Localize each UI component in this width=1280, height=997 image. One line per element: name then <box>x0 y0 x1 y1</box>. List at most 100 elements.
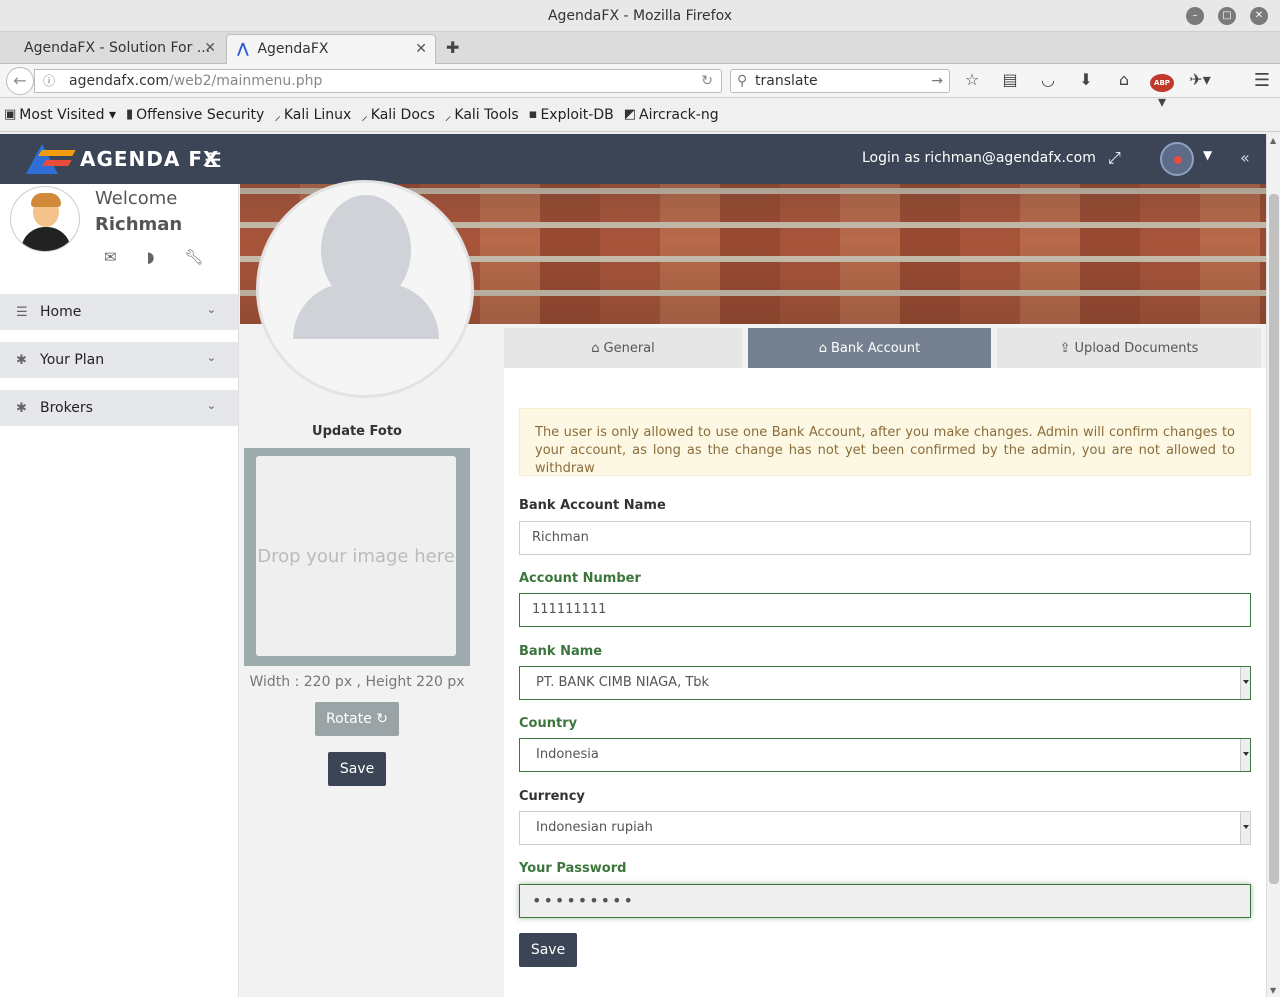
back-icon[interactable]: ← <box>6 67 34 95</box>
collapse-icon[interactable]: « <box>1240 148 1250 167</box>
user-avatar[interactable] <box>1160 142 1194 176</box>
bookmark-aircrack-ng[interactable]: ◩ Aircrack-ng <box>624 107 719 123</box>
bank-account-alert: The user is only allowed to use one Bank… <box>519 408 1251 476</box>
sidebar-item-label: Brokers <box>40 400 93 416</box>
browser-tab-1[interactable]: AgendaFX - Solution For ... ✕ <box>14 34 224 64</box>
bank-account-name-input[interactable]: Richman <box>519 521 1251 555</box>
bank-name-select[interactable]: PT. BANK CIMB NIAGA, Tbk <box>519 666 1251 700</box>
rss-icon[interactable]: ◗ <box>147 248 155 266</box>
tab-bank-account[interactable]: ⌂ Bank Account <box>748 328 991 368</box>
user-name: Richman <box>95 214 183 235</box>
rotate-button[interactable]: Rotate ↻ <box>315 702 399 736</box>
reading-list-icon[interactable]: ▤ <box>998 70 1022 111</box>
browser-tabbar: AgendaFX - Solution For ... ✕ ⋀ AgendaFX… <box>0 32 1280 64</box>
update-photo-label: Update Foto <box>312 424 402 439</box>
search-icon: ⚲ <box>737 73 748 89</box>
site-info-icon[interactable]: ⓘ <box>43 70 55 92</box>
folder-icon: ▣ <box>4 107 17 122</box>
country-value: Indonesia <box>536 747 599 762</box>
profile-photo-panel: User Update Foto Drop your image here Wi… <box>240 180 504 997</box>
mail-icon[interactable]: ✉ <box>104 248 117 266</box>
dropdown-arrow-icon <box>1240 812 1250 844</box>
account-number-input[interactable]: 111111111 <box>519 593 1251 627</box>
scroll-up-icon[interactable]: ▲ <box>1270 136 1276 145</box>
url-host: agendafx.com <box>69 73 169 89</box>
tab-general[interactable]: ⌂ General <box>504 328 742 368</box>
extension-icon[interactable]: ✈▾ <box>1188 70 1212 111</box>
search-go-icon[interactable]: → <box>931 70 943 92</box>
chevron-down-icon: ⌄ <box>206 351 216 364</box>
account-number-label: Account Number <box>519 571 641 586</box>
sidebar-item-home[interactable]: ☰ Home ⌄ <box>0 294 238 330</box>
adblock-icon[interactable]: ABP ▾ <box>1150 70 1174 111</box>
currency-select[interactable]: Indonesian rupiah <box>519 811 1251 845</box>
dropdown-arrow-icon <box>1240 667 1250 699</box>
maximize-icon[interactable]: □ <box>1218 7 1236 25</box>
bookmark-most-visited[interactable]: ▣ Most Visited ▾ <box>4 107 116 123</box>
country-select[interactable]: Indonesia <box>519 738 1251 772</box>
app-header: AGENDA FX ☰ Login as richman@agendafx.co… <box>0 134 1266 184</box>
login-status: Login as richman@agendafx.com <box>862 150 1096 166</box>
image-dropzone[interactable]: Drop your image here <box>244 448 470 666</box>
sidebar-toggle-icon[interactable]: ☰ <box>204 148 222 172</box>
bookmark-label: Most Visited ▾ <box>19 106 116 123</box>
browser-tab-label: AgendaFX - Solution For ... <box>24 40 211 56</box>
sidebar-profile: Welcome Richman ✉ ◗ 🔧︎ <box>0 184 238 294</box>
profile-avatar-placeholder <box>256 180 474 398</box>
logo-text: AGENDA FX <box>80 147 220 171</box>
url-path: /web2/mainmenu.php <box>168 73 323 89</box>
close-tab-icon[interactable]: ✕ <box>415 35 427 63</box>
adblock-label: ABP <box>1150 74 1174 92</box>
close-tab-icon[interactable]: ✕ <box>204 34 216 62</box>
search-value: translate <box>755 73 818 89</box>
browser-tab-2[interactable]: ⋀ AgendaFX ✕ <box>226 34 436 64</box>
dropzone-text: Drop your image here <box>256 456 456 656</box>
bookmark-kali-tools[interactable]: ⸝ Kali Tools <box>445 106 519 124</box>
fullscreen-icon[interactable]: ⤢ <box>1108 148 1121 168</box>
bookmark-label: Offensive Security <box>136 106 265 123</box>
image-dimensions-hint: Width : 220 px , Height 220 px <box>249 674 465 690</box>
scroll-down-icon[interactable]: ▼ <box>1270 986 1276 995</box>
new-tab-icon[interactable]: ✚ <box>446 38 459 57</box>
url-bar[interactable]: ⓘ agendafx.com/web2/mainmenu.php ↻ <box>34 69 722 93</box>
home-icon: ⌂ <box>818 340 827 356</box>
tab-label: Bank Account <box>830 340 921 356</box>
download-icon[interactable]: ⬇ <box>1074 70 1098 111</box>
bookmark-kali-docs[interactable]: ⸝ Kali Docs <box>361 106 435 124</box>
sidebar-item-brokers[interactable]: ✱ Brokers ⌄ <box>0 390 238 426</box>
chevron-down-icon: ⌄ <box>206 303 216 316</box>
kali-icon: ⸝ <box>361 108 368 124</box>
wrench-icon[interactable]: 🔧︎ <box>184 248 203 266</box>
sidebar-item-your-plan[interactable]: ✱ Your Plan ⌄ <box>0 342 238 378</box>
bookmark-offensive-security[interactable]: ▮ Offensive Security <box>126 107 264 123</box>
rotate-icon: ↻ <box>376 711 389 727</box>
sidebar-item-label: Home <box>40 304 82 320</box>
bookmark-kali-linux[interactable]: ⸝ Kali Linux <box>274 106 351 124</box>
password-input[interactable]: ••••••••• <box>519 884 1251 918</box>
bookmark-star-icon[interactable]: ☆ <box>960 70 984 111</box>
save-photo-button[interactable]: Save <box>328 752 386 786</box>
tab-upload-documents[interactable]: ⇪ Upload Documents <box>997 328 1261 368</box>
save-bank-account-button[interactable]: Save <box>519 933 577 967</box>
page-scrollbar[interactable]: ▲ ▼ <box>1266 134 1280 997</box>
sidebar-item-label: Your Plan <box>40 352 105 368</box>
search-bar[interactable]: ⚲ translate → <box>730 69 950 93</box>
menu-icon[interactable]: ☰ <box>1254 70 1270 91</box>
caret-down-icon[interactable]: ▼ <box>1203 148 1212 162</box>
upload-icon: ⇪ <box>1059 340 1071 356</box>
reload-icon[interactable]: ↻ <box>701 70 713 92</box>
scrollbar-thumb[interactable] <box>1269 194 1279 884</box>
bookmark-exploit-db[interactable]: ▪ Exploit-DB <box>529 107 614 123</box>
welcome-text: Welcome <box>95 188 178 209</box>
bookmark-label: Kali Tools <box>454 106 519 123</box>
home-icon[interactable]: ⌂ <box>1112 70 1136 111</box>
list-icon: ☰ <box>16 304 28 320</box>
tab-label: Upload Documents <box>1074 340 1199 356</box>
currency-value: Indonesian rupiah <box>536 820 653 835</box>
pocket-icon[interactable]: ◡ <box>1036 70 1060 111</box>
logo[interactable]: AGENDA FX <box>26 144 219 174</box>
agendafx-favicon-icon: ⋀ <box>237 41 249 57</box>
minimize-icon[interactable]: – <box>1186 7 1204 25</box>
close-window-icon[interactable]: ✕ <box>1250 7 1268 25</box>
bookmark-label: Kali Docs <box>370 106 435 123</box>
